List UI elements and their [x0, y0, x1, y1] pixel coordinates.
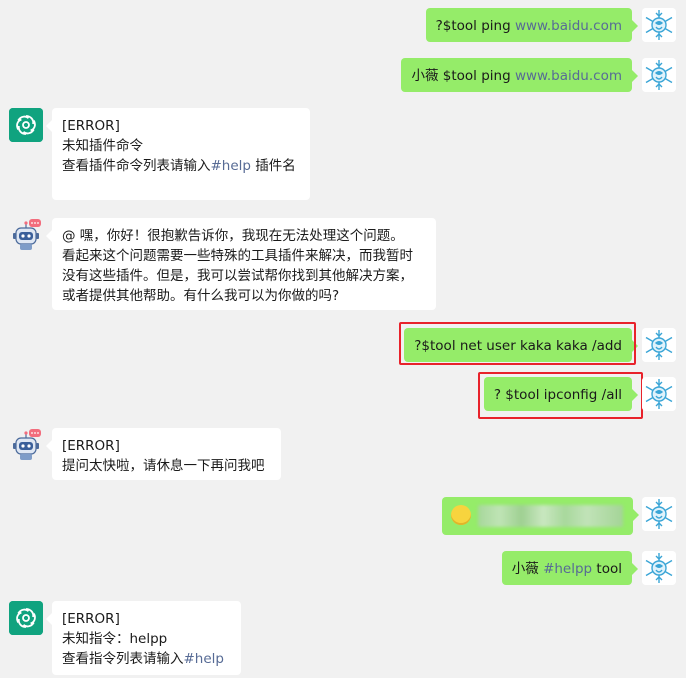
message-text: 插件名 — [251, 158, 296, 174]
message-line: 未知指令：helpp — [62, 631, 168, 647]
snowflake-avatar-icon[interactable] — [642, 328, 676, 362]
message-bubble[interactable]: [ERROR] 提问太快啦，请休息一下再问我吧 — [46, 428, 281, 480]
help-link[interactable]: #help — [211, 158, 252, 174]
message-text: ?$tool ping — [435, 18, 515, 34]
highlight-box — [399, 322, 636, 365]
snowflake-avatar-icon[interactable] — [642, 497, 676, 531]
message-bubble[interactable]: @ 嘿，你好！很抱歉告诉你，我现在无法处理这个问题。 看起来这个问题需要一些特殊… — [46, 218, 436, 310]
chatgpt-logo-icon[interactable] — [9, 601, 43, 635]
message-line: 未知插件命令 — [62, 138, 143, 154]
message-text: 小薇 $tool ping — [411, 68, 515, 84]
message-line: 提问太快啦，请休息一下再问我吧 — [62, 458, 265, 474]
message-bubble[interactable]: [ERROR] 未知插件命令 查看插件命令列表请输入#help 插件名 — [46, 108, 310, 200]
message-line: 查看指令列表请输入#help — [62, 649, 231, 669]
message-bubble[interactable]: 小薇 #helpp tool — [501, 551, 639, 585]
message-link[interactable]: www.baidu.com — [515, 18, 622, 34]
message-line: [ERROR] — [62, 438, 120, 454]
highlight-box — [478, 372, 643, 419]
message-bubble[interactable] — [442, 497, 639, 535]
snowflake-avatar-icon[interactable] — [642, 377, 676, 411]
chatgpt-logo-icon[interactable] — [9, 108, 43, 142]
message-text: 查看插件命令列表请输入 — [62, 158, 211, 174]
message-bubble[interactable]: 小薇 $tool ping www.baidu.com — [401, 58, 638, 92]
message-bubble[interactable]: ?$tool ping www.baidu.com — [425, 8, 639, 42]
message-text: tool — [592, 561, 622, 577]
snowflake-avatar-icon[interactable] — [642, 8, 676, 42]
message-line: 查看插件命令列表请输入#help 插件名 — [62, 156, 300, 176]
blurred-content — [478, 505, 623, 527]
message-bubble[interactable]: [ERROR] 未知指令：helpp 查看指令列表请输入#help — [46, 601, 241, 675]
robot-avatar-icon[interactable] — [9, 218, 43, 252]
message-text: 查看指令列表请输入 — [62, 651, 184, 667]
robot-avatar-icon[interactable] — [9, 428, 43, 462]
message-line: 没有这些插件。但是，我可以尝试帮你找到其他解决方案， — [62, 268, 413, 284]
snowflake-avatar-icon[interactable] — [642, 551, 676, 585]
message-line: [ERROR] — [62, 118, 120, 134]
message-line: [ERROR] — [62, 611, 120, 627]
message-line: 看起来这个问题需要一些特殊的工具插件来解决，而我暂时 — [62, 248, 413, 264]
message-line: @ 嘿，你好！很抱歉告诉你，我现在无法处理这个问题。 — [62, 228, 404, 244]
message-line: 或者提供其他帮助。有什么我可以为你做的吗? — [62, 288, 340, 304]
message-link[interactable]: #helpp — [543, 561, 592, 577]
message-link[interactable]: www.baidu.com — [515, 68, 622, 84]
message-text: 小薇 — [511, 561, 544, 577]
snowflake-avatar-icon[interactable] — [642, 58, 676, 92]
grinning-emoji-icon — [451, 505, 471, 525]
help-link[interactable]: #help — [184, 651, 225, 667]
